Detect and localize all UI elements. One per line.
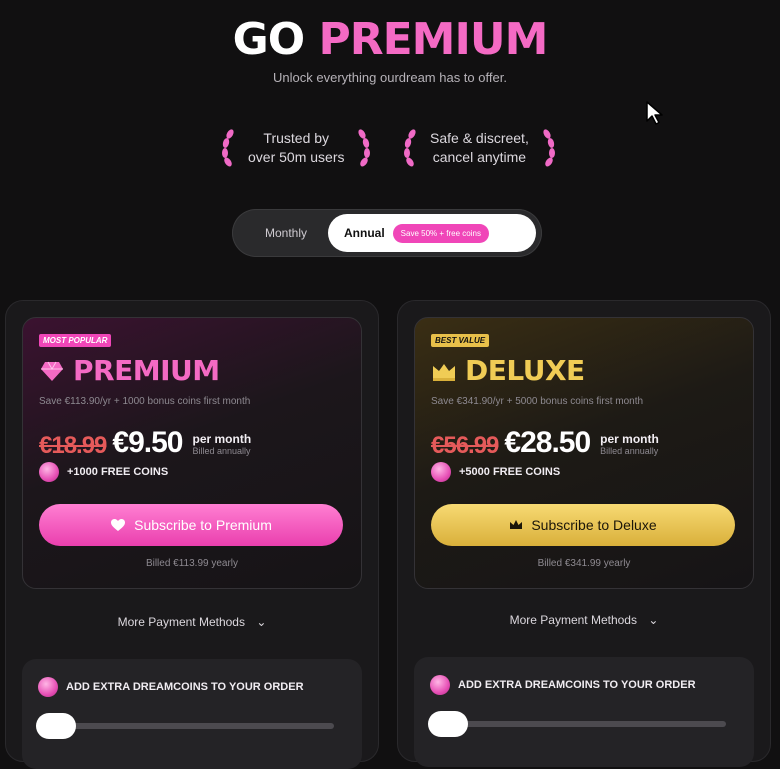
plan-panel-premium: MOST POPULAR PREMIUM Save €113.90/yr + 1… (5, 300, 379, 769)
trust-badge-line: Safe & discreet, (430, 130, 529, 146)
laurel-left-icon (404, 129, 416, 167)
extra-dreamcoins-premium: ADD EXTRA DREAMCOINS TO YOUR ORDER (22, 659, 362, 769)
free-coins-label: +1000 FREE COINS (67, 466, 169, 478)
extra-dreamcoins-title: ADD EXTRA DREAMCOINS TO YOUR ORDER (458, 679, 696, 691)
plan-panel-deluxe: BEST VALUE DELUXE Save €341.90/yr + 5000… (397, 300, 771, 767)
chevron-down-icon: ⌄ (648, 613, 659, 627)
trust-badge-users: Trusted by over 50m users (218, 128, 374, 168)
dreamcoin-icon (431, 462, 451, 482)
dreamcoins-slider-thumb[interactable] (36, 713, 76, 739)
billed-yearly: Billed €341.99 yearly (537, 558, 631, 569)
price-period: per month Billed annually (192, 432, 251, 456)
more-payment-methods-label: More Payment Methods (117, 615, 245, 629)
trust-badge-line: cancel anytime (432, 149, 527, 165)
laurel-right-icon (358, 129, 371, 167)
page-title: GO PREMIUM (0, 14, 780, 65)
free-coins-label: +5000 FREE COINS (459, 466, 561, 478)
trust-badge-line: Trusted by (263, 130, 330, 146)
plan-name-text: DELUXE (465, 354, 585, 387)
plan-card-deluxe: BEST VALUE DELUXE Save €341.90/yr + 5000… (414, 317, 754, 589)
crown-icon (433, 363, 455, 381)
new-price: €28.50 (504, 426, 591, 459)
old-price: €18.99 (39, 432, 107, 459)
toggle-monthly[interactable]: Monthly (242, 209, 330, 257)
plan-name: DELUXE (431, 354, 585, 387)
new-price: €9.50 (112, 426, 183, 459)
laurel-left-icon (222, 129, 234, 167)
billed-annually-label: Billed annually (192, 446, 251, 456)
billed-annually-label: Billed annually (600, 446, 659, 456)
dreamcoins-slider-thumb[interactable] (428, 711, 468, 737)
title-go: GO (232, 14, 306, 65)
billed-yearly: Billed €113.99 yearly (145, 558, 239, 569)
subscribe-deluxe-label: Subscribe to Deluxe (531, 517, 657, 533)
extra-dreamcoins-heading: ADD EXTRA DREAMCOINS TO YOUR ORDER (430, 675, 696, 695)
more-payment-methods-premium[interactable]: More Payment Methods ⌄ (6, 615, 378, 629)
laurel-right-icon (543, 129, 555, 167)
page-subtitle: Unlock everything ourdream has to offer. (273, 70, 507, 85)
dreamcoins-slider-track[interactable] (44, 723, 334, 729)
trust-badge-line: over 50m users (248, 149, 345, 165)
extra-dreamcoins-title: ADD EXTRA DREAMCOINS TO YOUR ORDER (66, 681, 304, 693)
price-row: €18.99 €9.50 per month Billed annually (39, 426, 251, 460)
subscribe-deluxe-button[interactable]: Subscribe to Deluxe (431, 504, 735, 546)
plan-name-text: PREMIUM (73, 354, 220, 387)
dreamcoin-icon (38, 677, 58, 697)
plan-card-premium: MOST POPULAR PREMIUM Save €113.90/yr + 1… (22, 317, 362, 589)
free-coins: +5000 FREE COINS (431, 462, 560, 482)
annual-savings-badge: Save 50% + free coins (392, 223, 489, 243)
crown-icon (510, 520, 523, 529)
per-month-label: per month (192, 432, 252, 446)
plan-name: PREMIUM (39, 354, 220, 387)
extra-dreamcoins-heading: ADD EXTRA DREAMCOINS TO YOUR ORDER (38, 677, 304, 697)
title-premium: PREMIUM (318, 14, 549, 65)
dreamcoins-slider-track[interactable] (436, 721, 726, 727)
dreamcoin-icon (39, 462, 59, 482)
more-payment-methods-deluxe[interactable]: More Payment Methods ⌄ (398, 613, 770, 627)
price-period: per month Billed annually (600, 432, 659, 456)
toggle-annual-label: Annual (344, 226, 385, 240)
more-payment-methods-label: More Payment Methods (509, 613, 637, 627)
free-coins: +1000 FREE COINS (39, 462, 168, 482)
billing-period-toggle[interactable]: Monthly Annual Save 50% + free coins (232, 209, 542, 257)
subscribe-premium-label: Subscribe to Premium (134, 517, 272, 533)
per-month-label: per month (600, 432, 659, 446)
plan-tag: MOST POPULAR (39, 334, 112, 347)
plan-savings: Save €341.90/yr + 5000 bonus coins first… (431, 396, 644, 407)
toggle-annual[interactable]: Annual Save 50% + free coins (328, 214, 536, 252)
mouse-cursor-icon (646, 101, 663, 125)
price-row: €56.99 €28.50 per month Billed annually (431, 426, 659, 460)
plan-tag: BEST VALUE (431, 334, 490, 347)
subscribe-premium-button[interactable]: Subscribe to Premium (39, 504, 343, 546)
extra-dreamcoins-deluxe: ADD EXTRA DREAMCOINS TO YOUR ORDER (414, 657, 754, 767)
plan-savings: Save €113.90/yr + 1000 bonus coins first… (39, 396, 251, 407)
heart-icon (111, 519, 126, 531)
dreamcoin-icon (430, 675, 450, 695)
chevron-down-icon: ⌄ (256, 615, 267, 629)
trust-badge-safe: Safe & discreet, cancel anytime (400, 128, 559, 168)
old-price: €56.99 (431, 432, 499, 459)
heart-gem-icon (41, 361, 63, 381)
